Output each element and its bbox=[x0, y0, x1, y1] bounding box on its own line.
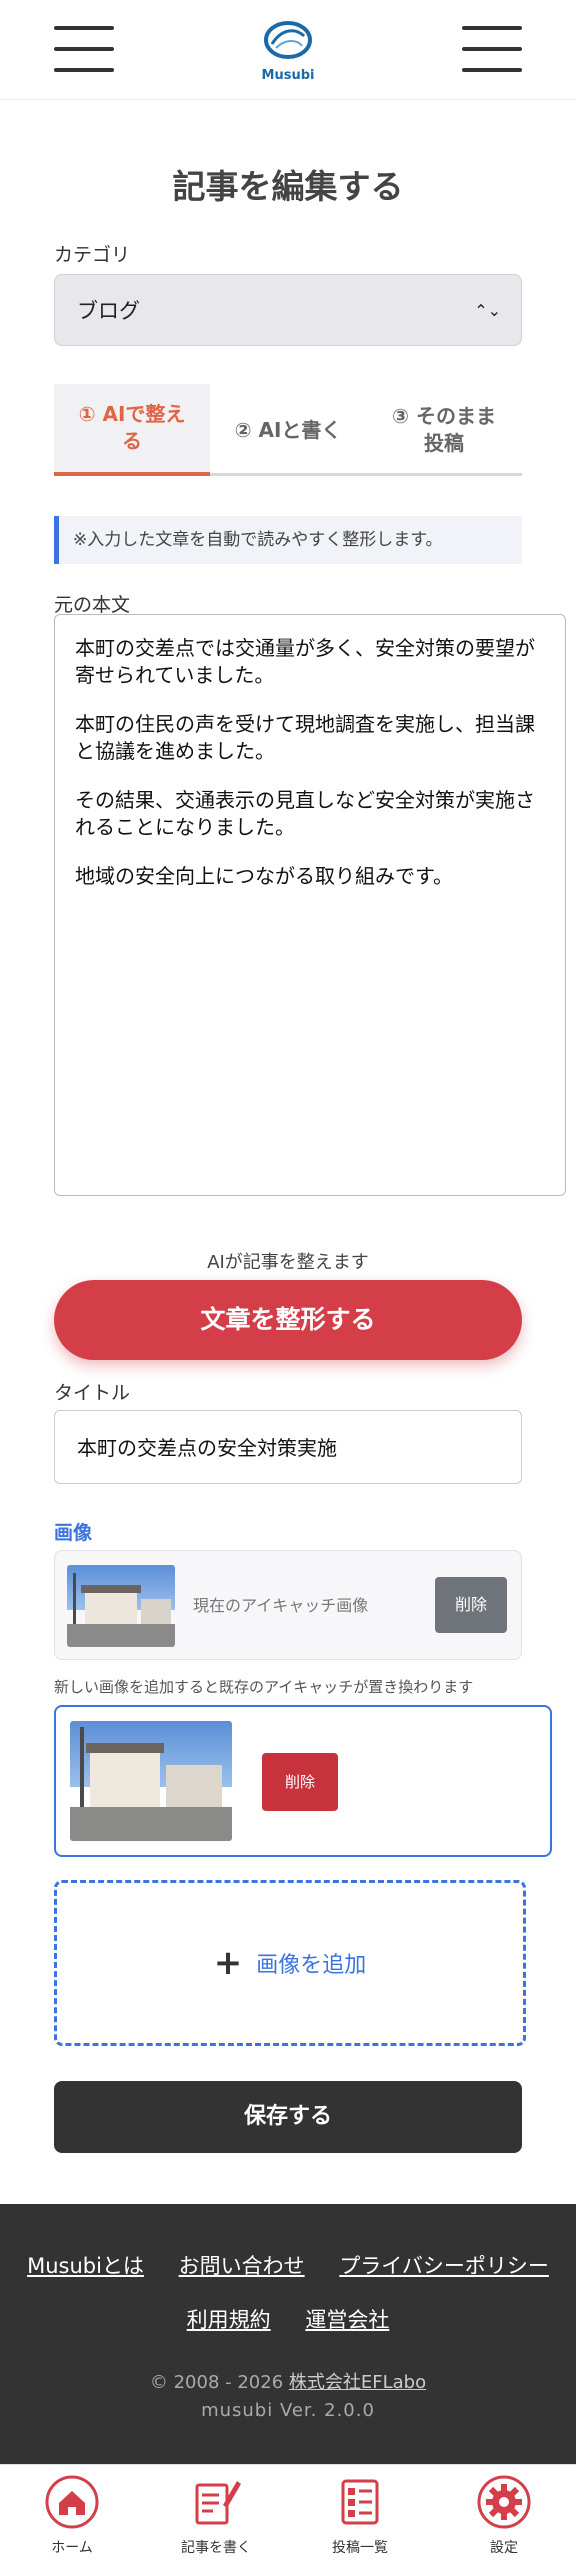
footer-link-company[interactable]: 運営会社 bbox=[305, 2308, 389, 2332]
paragraph: 本町の住民の声を受けて現地調査を実施し、担当課と協議を進めました。 bbox=[75, 712, 535, 763]
copyright: © 2008 - 2026 株式会社EFLabo bbox=[149, 2372, 427, 2393]
new-image-preview bbox=[70, 1721, 232, 1841]
footer-link-contact[interactable]: お問い合わせ bbox=[179, 2254, 305, 2278]
company-link[interactable]: 株式会社EFLabo bbox=[289, 2372, 426, 2393]
add-image-button[interactable]: + 画像を追加 bbox=[54, 1880, 526, 2046]
save-button[interactable]: 保存する bbox=[54, 2081, 522, 2153]
original-text-area[interactable]: 本町の交差点では交通量が多く、安全対策の要望が寄せられていました。 本町の住民の… bbox=[54, 614, 566, 1196]
category-selected-value: ブログ bbox=[77, 299, 140, 323]
delete-current-image-button[interactable]: 削除 bbox=[435, 1577, 507, 1633]
new-image-box: 削除 bbox=[54, 1705, 552, 1857]
tab-ai-write[interactable]: ② AIと書く bbox=[210, 384, 366, 476]
delete-new-image-button[interactable]: 削除 bbox=[262, 1753, 338, 1811]
footer-links-row1: Musubiとは お問い合わせ プライバシーポリシー bbox=[0, 2250, 576, 2280]
add-image-label: 画像を追加 bbox=[256, 1953, 367, 1978]
nav-post-list-label: 投稿一覧 bbox=[332, 2540, 388, 2556]
bottom-navigation: ホーム 記事を書く 投稿一覧 設定 bbox=[0, 2464, 576, 2560]
paragraph: その結果、交通表示の見直しなど安全対策が実施されることになりました。 bbox=[75, 788, 535, 839]
paragraph: 地域の安全向上につながる取り組みです。 bbox=[75, 864, 453, 888]
nav-settings[interactable]: 設定 bbox=[432, 2475, 576, 2557]
current-image-box: 現在のアイキャッチ画像 削除 bbox=[54, 1550, 522, 1660]
footer-links-row2: 利用規約 運営会社 bbox=[0, 2304, 576, 2334]
nav-write[interactable]: 記事を書く bbox=[144, 2475, 288, 2557]
category-select[interactable]: ブログ ⌃⌄ bbox=[54, 274, 522, 346]
title-input[interactable]: 本町の交差点の安全対策実施 bbox=[54, 1410, 522, 1484]
site-footer: Musubiとは お問い合わせ プライバシーポリシー 利用規約 運営会社 © 2… bbox=[0, 2204, 576, 2464]
ai-hint: AIが記事を整えます bbox=[207, 1252, 369, 1273]
version-text: musubi Ver. 2.0.0 bbox=[201, 2400, 375, 2421]
title-label: タイトル bbox=[54, 1382, 131, 1404]
mode-tabs: ① AIで整え る ② AIと書く ③ そのまま 投稿 bbox=[54, 384, 522, 476]
original-text-label: 元の本文 bbox=[54, 594, 131, 616]
plus-icon: + bbox=[213, 1943, 243, 1983]
footer-link-terms[interactable]: 利用規約 bbox=[187, 2308, 271, 2332]
logo-text: Musubi bbox=[261, 68, 315, 83]
image-label: 画像 bbox=[54, 1522, 93, 1544]
current-eyecatch-image bbox=[67, 1565, 175, 1647]
category-label: カテゴリ bbox=[54, 244, 131, 266]
nav-write-label: 記事を書く bbox=[181, 2540, 251, 2556]
replace-note: 新しい画像を追加すると既存のアイキャッチが置き換わります bbox=[54, 1678, 474, 1696]
list-icon bbox=[341, 2479, 379, 2525]
nav-post-list[interactable]: 投稿一覧 bbox=[288, 2475, 432, 2557]
info-notice: ※入力した文章を自動で読みやすく整形します。 bbox=[54, 516, 522, 564]
footer-link-privacy[interactable]: プライバシーポリシー bbox=[339, 2254, 549, 2278]
menu-icon[interactable] bbox=[54, 26, 114, 72]
footer-link-about[interactable]: Musubiとは bbox=[27, 2254, 144, 2278]
nav-home[interactable]: ホーム bbox=[0, 2475, 144, 2557]
nav-settings-label: 設定 bbox=[490, 2540, 518, 2556]
page-title: 記事を編集する bbox=[172, 167, 404, 206]
menu-icon-right[interactable] bbox=[462, 26, 522, 72]
paragraph: 本町の交差点では交通量が多く、安全対策の要望が寄せられていました。 bbox=[75, 636, 535, 687]
tab-ai-format[interactable]: ① AIで整え る bbox=[54, 384, 210, 476]
current-image-caption: 現在のアイキャッチ画像 bbox=[193, 1596, 369, 1615]
logo-mark-icon bbox=[264, 21, 312, 59]
musubi-logo[interactable]: Musubi bbox=[258, 18, 318, 83]
write-icon bbox=[195, 2481, 241, 2525]
chevron-updown-icon: ⌃⌄ bbox=[474, 301, 501, 320]
format-text-button[interactable]: 文章を整形する bbox=[54, 1280, 522, 1360]
app-header: Musubi bbox=[0, 0, 576, 100]
gear-icon bbox=[477, 2475, 531, 2529]
tab-post-as-is[interactable]: ③ そのまま 投稿 bbox=[366, 384, 522, 476]
home-icon bbox=[45, 2475, 99, 2529]
nav-home-label: ホーム bbox=[51, 2540, 93, 2556]
